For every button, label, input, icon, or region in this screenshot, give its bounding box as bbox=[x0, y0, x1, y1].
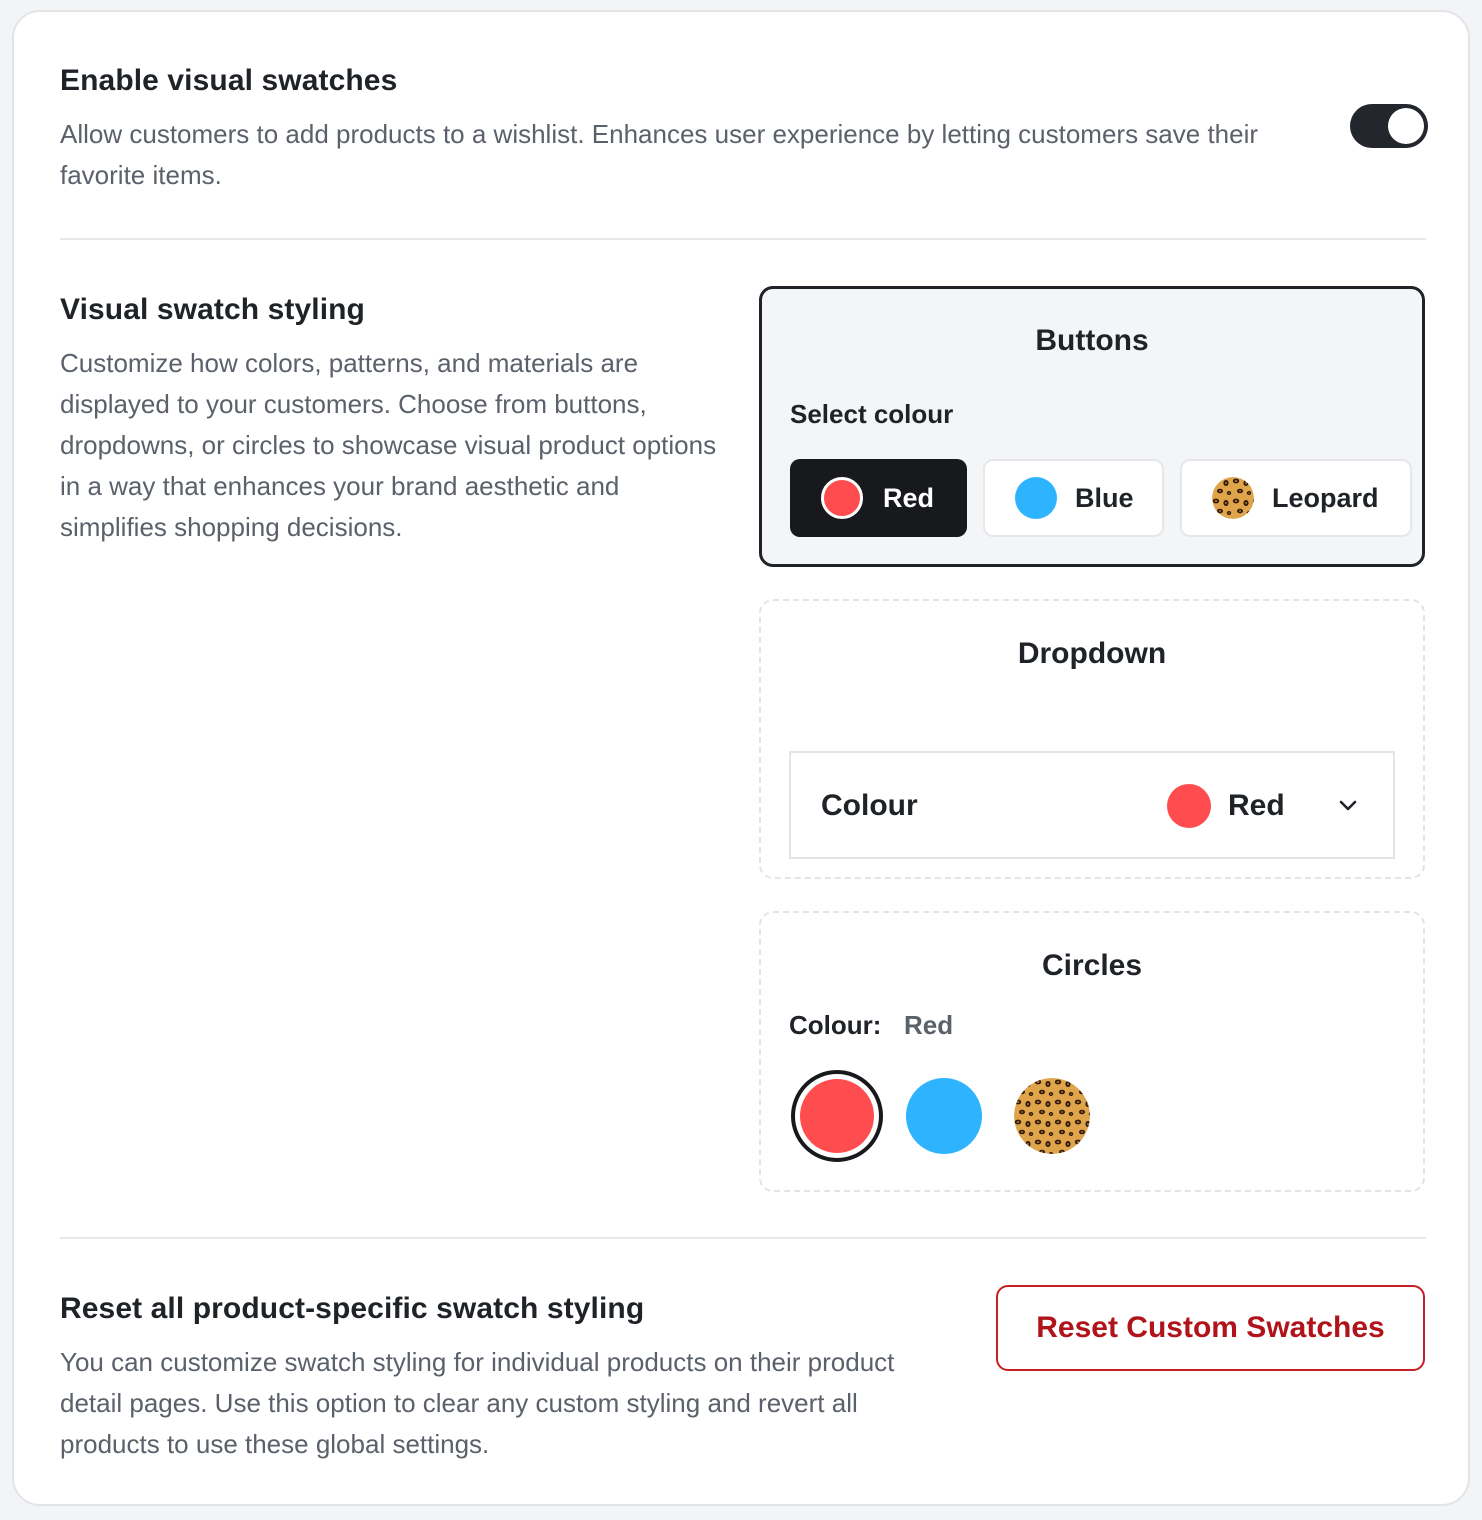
red-swatch-dot bbox=[1167, 784, 1211, 828]
circles-colour-value: Red bbox=[904, 1010, 954, 1040]
option-heading: Circles bbox=[1041, 949, 1143, 982]
dropdown-value: Red bbox=[1228, 789, 1285, 822]
swatch-button-blue[interactable]: Blue bbox=[983, 459, 1164, 537]
style-option-circles[interactable]: Circles Colour: Red bbox=[759, 911, 1425, 1192]
swatch-styling-description: Customize how colors, patterns, and mate… bbox=[60, 348, 717, 542]
swatch-button-leopard[interactable]: Leopard bbox=[1180, 459, 1412, 537]
swatch-styling-title: Visual swatch styling bbox=[60, 293, 365, 326]
reset-description: You can customize swatch styling for ind… bbox=[60, 1347, 895, 1459]
enable-swatches-toggle[interactable] bbox=[1350, 104, 1428, 148]
enable-swatches-title: Enable visual swatches bbox=[60, 64, 398, 97]
reset-title: Reset all product-specific swatch stylin… bbox=[60, 1292, 645, 1325]
reset-custom-swatches-button[interactable]: Reset Custom Swatches bbox=[996, 1285, 1425, 1371]
divider bbox=[60, 1237, 1426, 1239]
leopard-swatch-dot bbox=[1212, 477, 1254, 519]
option-heading: Buttons bbox=[1035, 324, 1149, 357]
option-heading: Dropdown bbox=[1017, 637, 1167, 670]
dropdown-label: Colour bbox=[821, 789, 918, 822]
divider bbox=[60, 238, 1426, 240]
swatch-button-label: Leopard bbox=[1272, 482, 1379, 513]
toggle-knob bbox=[1388, 108, 1424, 144]
red-swatch-dot bbox=[821, 477, 863, 519]
circle-swatch-blue[interactable] bbox=[906, 1078, 982, 1154]
chevron-down-icon bbox=[1339, 800, 1357, 811]
blue-swatch-dot bbox=[1015, 477, 1057, 519]
settings-card: Enable visual swatches Allow customers t… bbox=[12, 10, 1470, 1506]
circle-swatch-leopard[interactable] bbox=[1014, 1078, 1090, 1154]
select-colour-label: Select colour bbox=[790, 399, 954, 429]
colour-dropdown[interactable]: Colour Red bbox=[789, 751, 1395, 859]
swatch-button-label: Red bbox=[883, 482, 935, 513]
circles-colour-label: Colour: bbox=[789, 1010, 882, 1040]
swatch-button-label: Blue bbox=[1075, 482, 1134, 513]
enable-swatches-description: Allow customers to add products to a wis… bbox=[60, 119, 1259, 190]
style-option-dropdown[interactable]: Dropdown Colour Red bbox=[759, 599, 1425, 879]
circle-swatch-red[interactable] bbox=[791, 1070, 883, 1162]
style-option-buttons[interactable]: Buttons Select colour Red Blue Leopard bbox=[759, 286, 1425, 567]
red-swatch-fill bbox=[800, 1079, 874, 1153]
swatch-button-red[interactable]: Red bbox=[790, 459, 967, 537]
